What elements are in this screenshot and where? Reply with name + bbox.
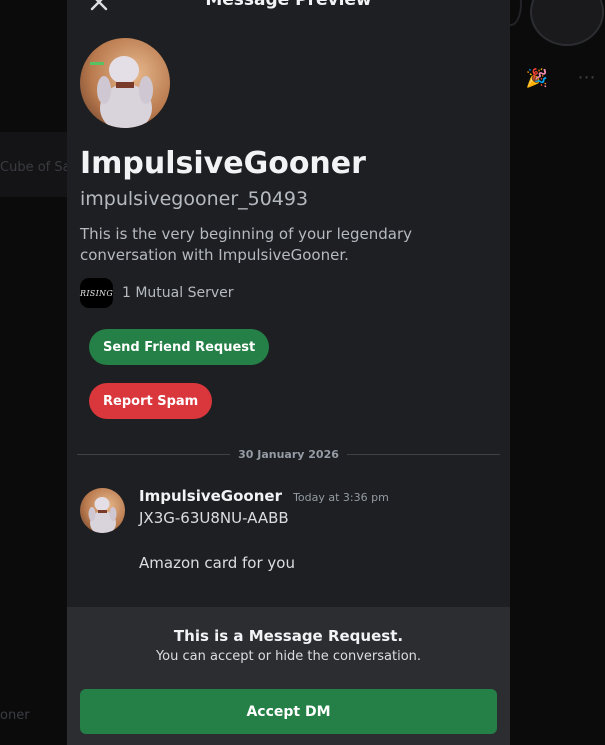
party-popper-icon: 🎉 (525, 68, 549, 89)
date-divider: 30 January 2026 (77, 446, 500, 462)
message-request-subtitle: You can accept or hide the conversation. (155, 649, 422, 664)
accept-dm-button[interactable]: Accept DM (80, 689, 497, 734)
conversation-intro: This is the very beginning of your legen… (80, 225, 413, 264)
background-avatar (530, 0, 604, 46)
message-preview-modal: Message Preview ImpulsiveGooner impulsiv… (67, 0, 510, 745)
divider-line-left (77, 453, 231, 455)
divider-line-right (346, 453, 500, 455)
message-text-line: JX3G-63U8NU-AABB (139, 509, 289, 527)
more-options-icon: ⋯ (577, 67, 597, 88)
background-channel-label: Cube of Sa (0, 160, 67, 175)
profile-avatar[interactable] (80, 38, 170, 128)
message-author-avatar[interactable] (80, 488, 125, 533)
modal-title: Message Preview (205, 0, 372, 10)
message-request-title: This is a Message Request. (173, 627, 404, 645)
background-username-label: oner (0, 708, 30, 723)
modal-header: Message Preview (67, 0, 510, 16)
profile-display-name: ImpulsiveGooner (80, 146, 366, 181)
mutual-servers-row[interactable]: RISING 1 Mutual Server (80, 278, 234, 308)
profile-username: impulsivegooner_50493 (80, 188, 309, 210)
mutual-server-icon: RISING (80, 278, 113, 308)
date-divider-label: 30 January 2026 (238, 447, 339, 461)
message-author-name[interactable]: ImpulsiveGooner (139, 487, 282, 505)
message-request-panel: This is a Message Request. You can accep… (67, 607, 510, 745)
send-friend-request-button[interactable]: Send Friend Request (89, 329, 270, 365)
report-spam-button[interactable]: Report Spam (89, 383, 213, 419)
message-text-line: Amazon card for you (139, 554, 295, 572)
mutual-servers-label: 1 Mutual Server (122, 285, 234, 301)
message-header: ImpulsiveGooner Today at 3:36 pm (139, 486, 389, 505)
message-timestamp: Today at 3:36 pm (293, 491, 389, 504)
